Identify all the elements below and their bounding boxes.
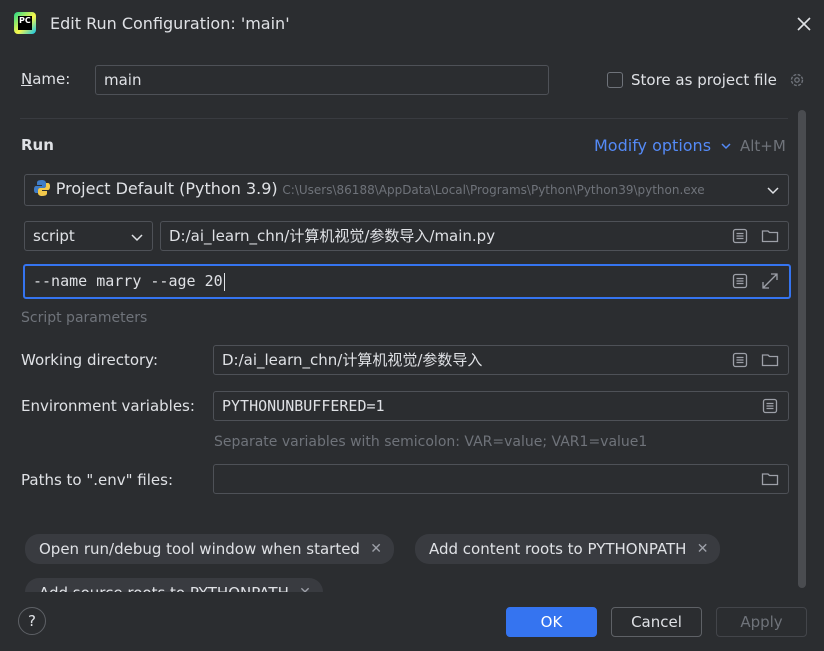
chip-label: Add source roots to PYTHONPATH <box>39 584 289 592</box>
separator <box>20 118 788 119</box>
gear-icon[interactable] <box>788 71 806 89</box>
chevron-down-icon <box>767 187 779 195</box>
folder-icon[interactable] <box>761 227 779 245</box>
working-directory-value: D:/ai_learn_chn/计算机视觉/参数导入 <box>222 351 483 369</box>
script-parameters-input[interactable]: --name marry --age 20 <box>23 264 791 299</box>
script-path-value: D:/ai_learn_chn/计算机视觉/参数导入/main.py <box>169 227 496 245</box>
folder-icon[interactable] <box>761 470 779 488</box>
window-title: Edit Run Configuration: 'main' <box>50 14 290 33</box>
chevron-down-icon <box>721 143 731 150</box>
chip-clip: Add source roots to PYTHONPATH ✕ <box>25 578 345 592</box>
working-directory-input[interactable]: D:/ai_learn_chn/计算机视觉/参数导入 <box>213 345 789 375</box>
env-files-label: Paths to ".env" files: <box>21 471 174 489</box>
python-icon <box>34 180 50 196</box>
modify-options-shortcut: Alt+M <box>740 137 786 155</box>
apply-button[interactable]: Apply <box>716 607 807 637</box>
env-variables-input[interactable]: PYTHONUNBUFFERED=1 <box>213 391 789 421</box>
env-variables-hint: Separate variables with semicolon: VAR=v… <box>214 434 648 450</box>
text-caret <box>223 272 225 291</box>
name-input[interactable]: main <box>95 65 549 95</box>
env-variables-value: PYTHONUNBUFFERED=1 <box>222 397 385 415</box>
chevron-down-icon <box>131 234 143 242</box>
env-variables-label: Environment variables: <box>21 397 195 415</box>
chip-label: Add content roots to PYTHONPATH <box>429 540 687 558</box>
title-bar: PC Edit Run Configuration: 'main' <box>0 0 824 50</box>
chip-label: Open run/debug tool window when started <box>39 540 360 558</box>
chip-open-tool-window[interactable]: Open run/debug tool window when started ✕ <box>25 534 394 564</box>
store-project-checkbox[interactable] <box>607 72 623 88</box>
script-type-select[interactable]: script <box>24 221 153 251</box>
folder-icon[interactable] <box>761 351 779 369</box>
expand-text-icon[interactable] <box>761 397 779 415</box>
close-icon[interactable]: ✕ <box>697 534 709 564</box>
modify-options-link[interactable]: Modify options <box>594 136 732 155</box>
name-label: Name: <box>21 70 71 88</box>
script-path-input[interactable]: D:/ai_learn_chn/计算机视觉/参数导入/main.py <box>160 221 789 251</box>
chip-add-content-roots[interactable]: Add content roots to PYTHONPATH ✕ <box>415 534 721 564</box>
store-project-label[interactable]: Store as project file <box>631 71 777 89</box>
close-icon[interactable] <box>795 15 813 33</box>
cancel-button[interactable]: Cancel <box>611 607 702 637</box>
close-icon[interactable]: ✕ <box>370 534 382 564</box>
expand-text-icon[interactable] <box>731 272 749 290</box>
run-section-label: Run <box>21 136 54 154</box>
script-type-value: script <box>33 227 75 245</box>
close-icon[interactable]: ✕ <box>299 578 311 592</box>
working-directory-label: Working directory: <box>21 351 159 369</box>
scrollbar[interactable] <box>798 110 806 588</box>
help-button[interactable]: ? <box>18 607 46 635</box>
ok-button[interactable]: OK <box>506 607 597 637</box>
env-files-input[interactable] <box>213 464 789 494</box>
expand-text-icon[interactable] <box>731 227 749 245</box>
expand-text-icon[interactable] <box>731 351 749 369</box>
interpreter-name: Project Default (Python 3.9) <box>55 179 278 198</box>
interpreter-path: C:\Users\86188\AppData\Local\Programs\Py… <box>282 183 705 197</box>
interpreter-select[interactable]: Project Default (Python 3.9) C:\Users\86… <box>24 174 789 206</box>
script-parameters-value: --name marry --age 20 <box>33 272 223 290</box>
script-parameters-hint: Script parameters <box>21 310 148 326</box>
pycharm-icon: PC <box>14 12 36 34</box>
chip-add-source-roots[interactable]: Add source roots to PYTHONPATH ✕ <box>25 578 323 592</box>
maximize-icon[interactable] <box>761 272 779 290</box>
